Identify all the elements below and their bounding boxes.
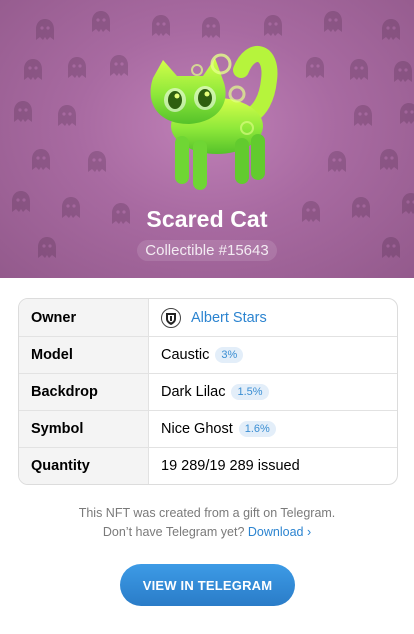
attribute-row-model: Model Caustic 3% bbox=[19, 336, 397, 373]
scared-cat-icon bbox=[150, 46, 278, 190]
ghost-icon bbox=[350, 59, 368, 80]
ghost-icon bbox=[328, 151, 346, 172]
rarity-badge: 3% bbox=[215, 347, 244, 363]
ghost-icon bbox=[264, 15, 282, 36]
attribute-row-backdrop: Backdrop Dark Lilac 1.5% bbox=[19, 373, 397, 410]
collectible-number: Collectible #15643 bbox=[137, 240, 277, 261]
ghost-icon bbox=[354, 105, 372, 126]
ghost-icon bbox=[324, 11, 342, 32]
ghost-icon bbox=[58, 105, 76, 126]
ghost-icon bbox=[394, 61, 412, 82]
download-link[interactable]: Download › bbox=[248, 525, 311, 539]
owner-value[interactable]: Albert Stars bbox=[149, 299, 397, 336]
attribute-key: Symbol bbox=[19, 411, 149, 447]
attribute-key: Model bbox=[19, 337, 149, 373]
ghost-icon bbox=[14, 101, 32, 122]
footer-line-2: Don’t have Telegram yet? Download › bbox=[0, 523, 414, 542]
attribute-value: Caustic bbox=[161, 347, 210, 363]
attribute-key: Backdrop bbox=[19, 374, 149, 410]
ghost-icon bbox=[382, 19, 400, 40]
attribute-row-symbol: Symbol Nice Ghost 1.6% bbox=[19, 410, 397, 447]
ghost-icon bbox=[152, 15, 170, 36]
footer-note: This NFT was created from a gift on Tele… bbox=[0, 504, 414, 542]
owner-avatar-icon bbox=[161, 307, 181, 328]
ghost-icon bbox=[306, 57, 324, 78]
ghost-icon bbox=[36, 19, 54, 40]
ghost-icon bbox=[68, 57, 86, 78]
footer-question: Don’t have Telegram yet? bbox=[102, 525, 245, 539]
rarity-badge: 1.6% bbox=[238, 421, 276, 437]
attribute-row-quantity: Quantity 19 289/19 289 issued bbox=[19, 447, 397, 484]
attribute-row-owner: Owner Albert Stars bbox=[19, 299, 397, 336]
attribute-key: Owner bbox=[19, 299, 149, 336]
attribute-value: Dark Lilac bbox=[161, 384, 226, 400]
ghost-icon bbox=[32, 149, 50, 170]
attribute-key: Quantity bbox=[19, 448, 149, 484]
ghost-icon bbox=[202, 17, 220, 38]
attributes-table: Owner Albert Stars Model Caustic 3% Back… bbox=[18, 298, 398, 485]
ghost-icon bbox=[92, 11, 110, 32]
view-in-telegram-button[interactable]: VIEW IN TELEGRAM bbox=[120, 564, 295, 606]
attribute-value: 19 289/19 289 issued bbox=[161, 458, 300, 474]
attribute-value: Nice Ghost bbox=[161, 421, 233, 437]
ghost-icon bbox=[380, 149, 398, 170]
footer-line-1: This NFT was created from a gift on Tele… bbox=[78, 506, 336, 520]
gift-hero: Scared Cat Collectible #15643 bbox=[0, 0, 414, 278]
ghost-icon bbox=[400, 103, 414, 124]
owner-name-link[interactable]: Albert Stars bbox=[191, 310, 267, 326]
ghost-icon bbox=[88, 151, 106, 172]
gift-title: Scared Cat bbox=[146, 206, 268, 232]
rarity-badge: 1.5% bbox=[231, 384, 269, 400]
ghost-icon bbox=[24, 59, 42, 80]
